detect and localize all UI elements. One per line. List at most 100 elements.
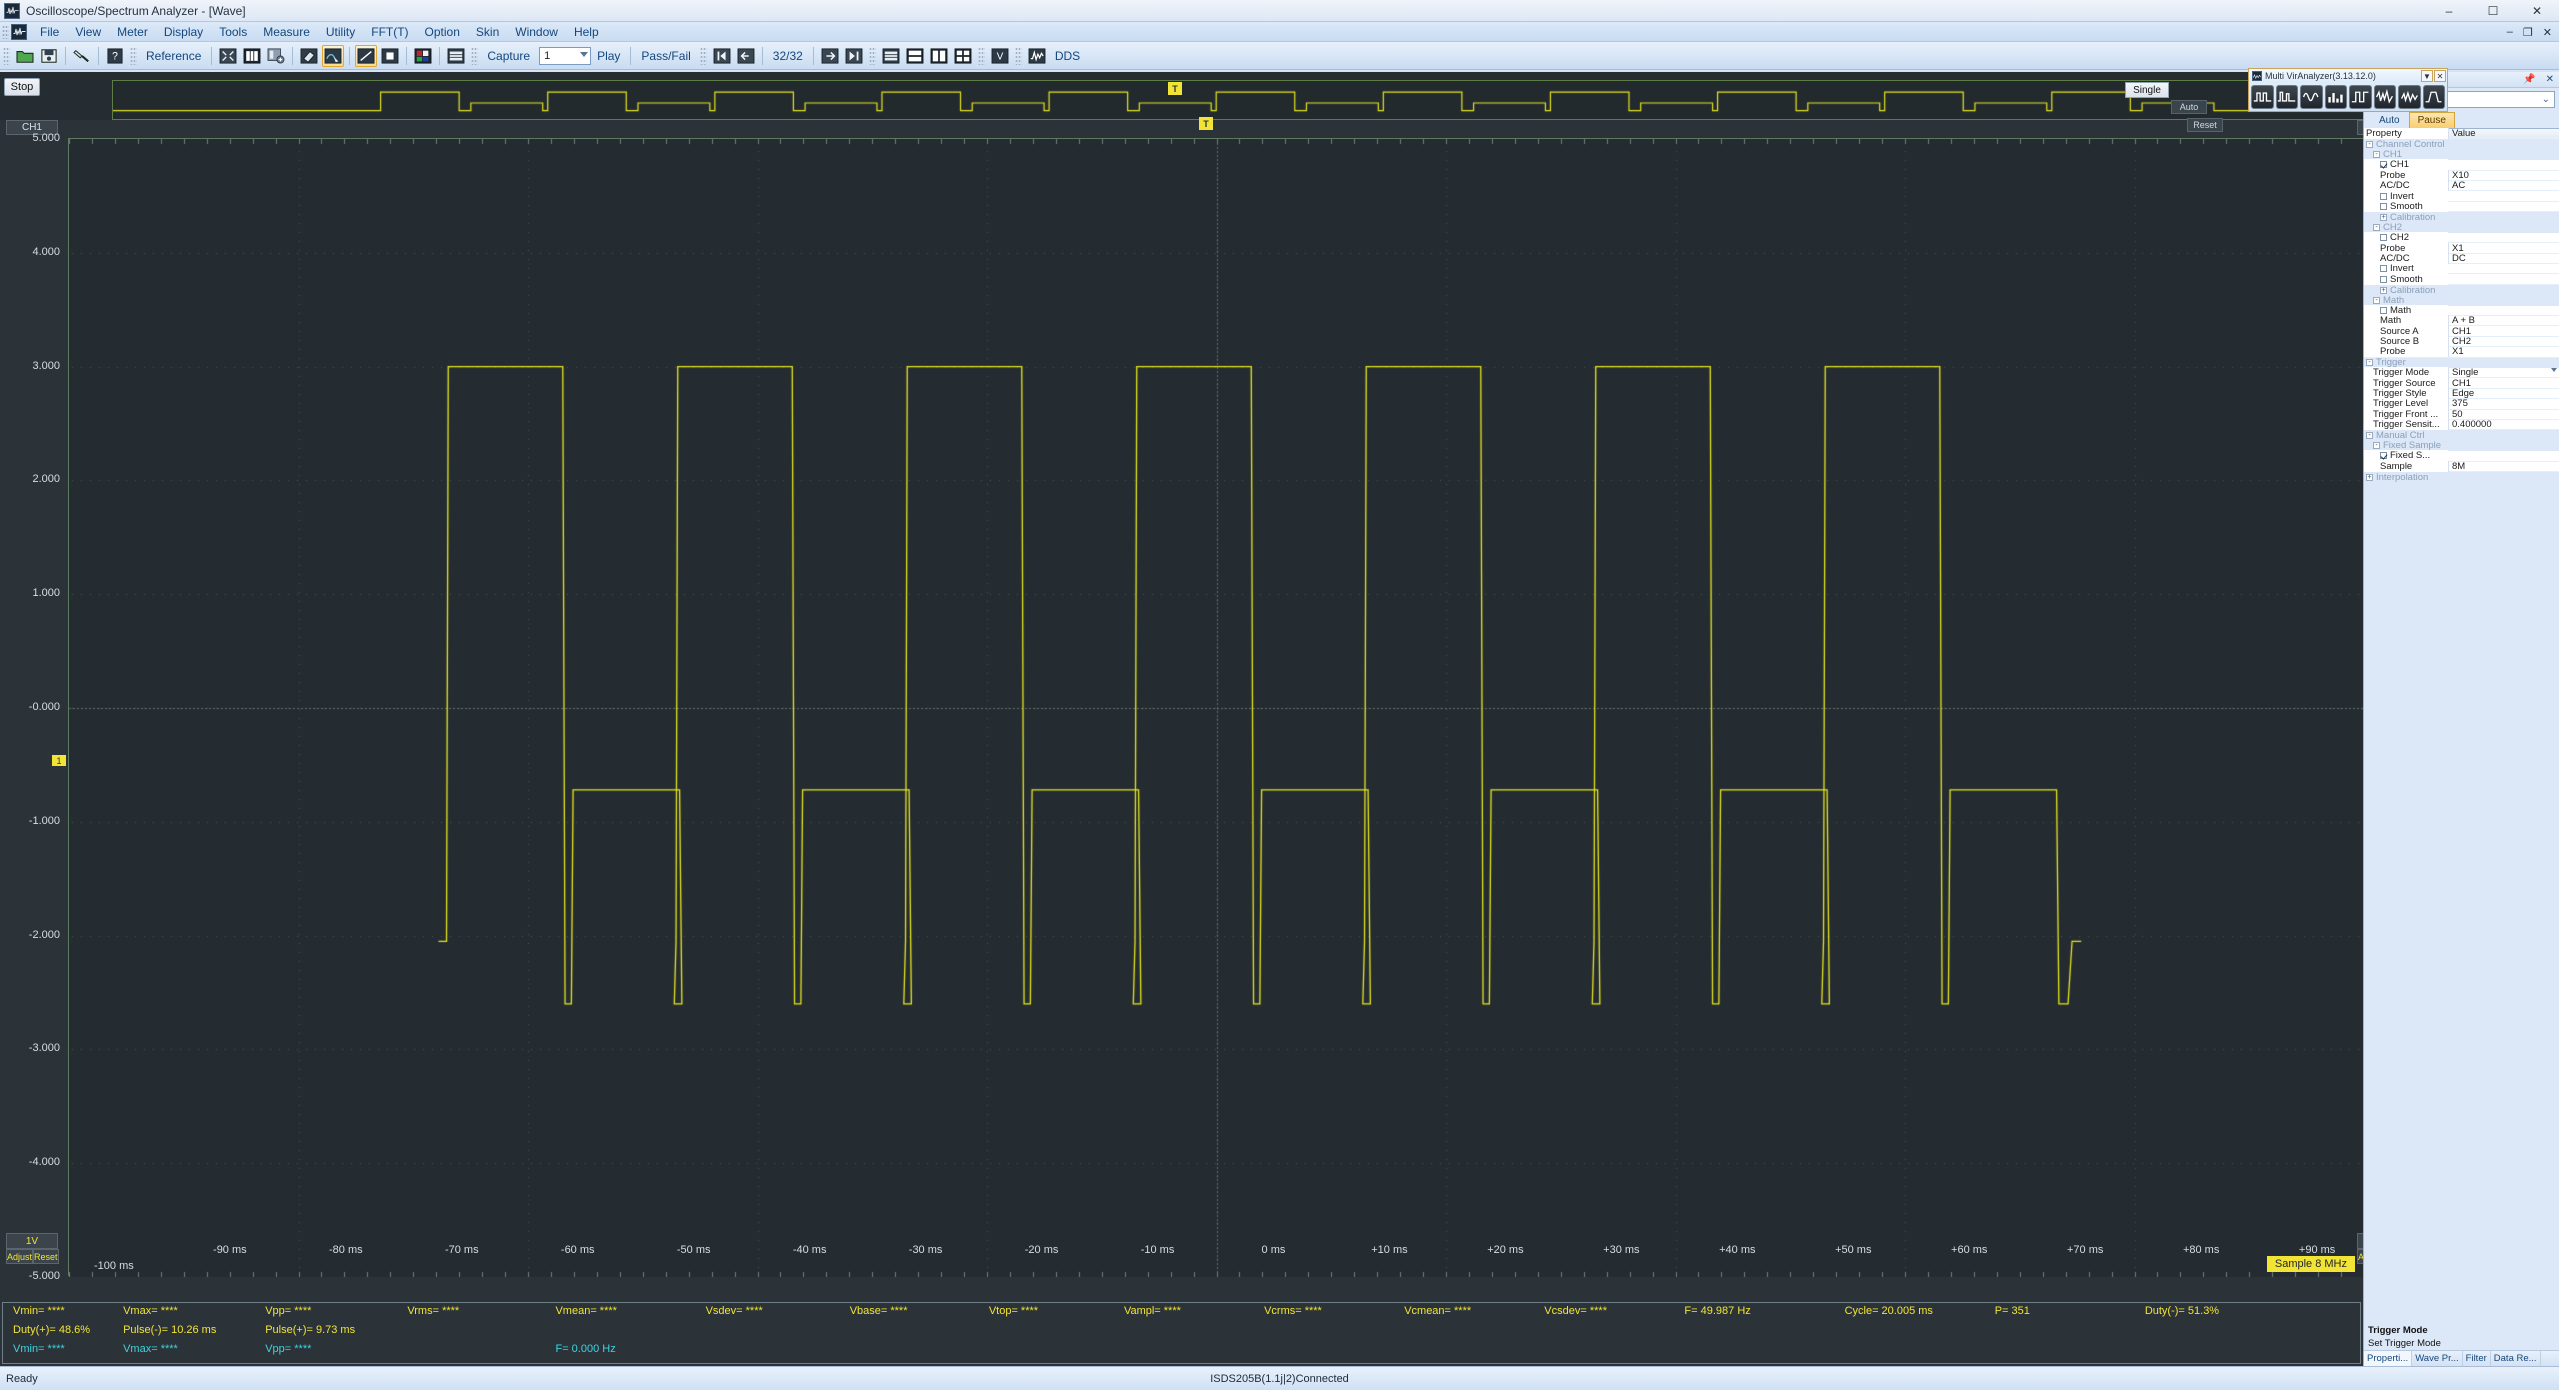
collapse-expander-icon[interactable]: - [2373, 151, 2380, 159]
menu-item-window[interactable]: Window [507, 23, 566, 41]
toolbar-grip-3[interactable] [471, 46, 479, 65]
grid-view-icon[interactable] [952, 45, 974, 67]
mdi-minimize-button[interactable]: – [2502, 26, 2518, 38]
bar-spectrum-icon[interactable] [2324, 85, 2347, 109]
toolbar-grip-5[interactable] [868, 46, 876, 65]
screen-capture-icon[interactable] [322, 44, 345, 67]
collapse-expander-icon[interactable]: - [2366, 432, 2373, 440]
square-wave-icon[interactable] [2251, 85, 2274, 109]
save-disk-icon[interactable] [38, 45, 60, 67]
tab-wave-properties[interactable]: Wave Pr... [2412, 1351, 2463, 1366]
tab-filter[interactable]: Filter [2463, 1351, 2491, 1366]
property-checkbox[interactable] [2380, 452, 2387, 460]
property-group-row[interactable]: + Calibration [2364, 212, 2559, 223]
collapse-arrows-icon[interactable] [217, 45, 239, 67]
chevron-down-icon[interactable]: ⌄ [2542, 95, 2550, 105]
window-minimize-button[interactable]: – [2427, 0, 2471, 22]
property-group-row[interactable]: + Calibration [2364, 285, 2559, 296]
property-checkbox[interactable] [2380, 192, 2387, 200]
color-palette-icon[interactable] [412, 45, 434, 67]
overview-trigger-marker[interactable]: T [1168, 82, 1182, 95]
ch1-adjust-button[interactable]: Adjust [6, 1249, 34, 1264]
sine-burst-icon[interactable] [2300, 85, 2323, 109]
menu-drag-grip[interactable] [2, 24, 9, 39]
print-icon[interactable] [445, 45, 467, 67]
reference-label[interactable]: Reference [140, 49, 207, 63]
property-checkbox[interactable] [2380, 202, 2387, 210]
property-checkbox[interactable] [2380, 234, 2387, 242]
auto-button[interactable]: Auto [2171, 100, 2207, 114]
square-pulse-icon[interactable] [2349, 85, 2372, 109]
menu-item-help[interactable]: Help [566, 23, 607, 41]
collapse-expander-icon[interactable]: - [2366, 141, 2373, 149]
line-draw-icon[interactable] [355, 44, 378, 67]
toolbar-grip-6[interactable] [977, 46, 985, 65]
property-checkbox[interactable] [2380, 306, 2387, 314]
tab-properties[interactable]: Properti... [2364, 1351, 2413, 1366]
split-horizontal-icon[interactable] [904, 45, 926, 67]
property-checkbox[interactable] [2380, 161, 2387, 169]
last-frame-icon[interactable] [843, 45, 865, 67]
first-frame-icon[interactable] [711, 45, 733, 67]
stack-view-icon[interactable] [880, 45, 902, 67]
help-question-icon[interactable]: ? [104, 45, 126, 67]
menu-item-meter[interactable]: Meter [109, 23, 156, 41]
menu-item-view[interactable]: View [67, 23, 109, 41]
trapezoid-wave-icon[interactable] [2422, 85, 2445, 109]
play-button[interactable]: Play [591, 49, 626, 63]
property-row[interactable]: Smooth [2364, 200, 2559, 213]
columns-layout-icon[interactable] [241, 45, 263, 67]
property-group-row[interactable]: - Manual Ctrl [2364, 430, 2559, 441]
collapse-expander-icon[interactable]: - [2373, 296, 2380, 304]
menu-item-file[interactable]: File [32, 23, 67, 41]
stop-button[interactable]: Stop [4, 78, 40, 96]
mdi-close-button[interactable]: ✕ [2538, 26, 2557, 39]
toolbar-grip-4[interactable] [699, 46, 707, 65]
property-group-row[interactable]: + Interpolation [2364, 472, 2559, 483]
property-row[interactable]: Smooth [2364, 273, 2559, 285]
toolbar-grip-2[interactable] [130, 46, 137, 65]
property-row[interactable]: Probe X1 [2364, 346, 2559, 358]
open-folder-icon[interactable] [14, 45, 36, 67]
waveform-grid[interactable] [68, 138, 2364, 1277]
collapse-expander-icon[interactable]: - [2366, 359, 2373, 367]
dds-wave-icon[interactable] [1026, 45, 1048, 67]
tab-data-record[interactable]: Data Re... [2491, 1351, 2541, 1366]
expand-expander-icon[interactable]: + [2366, 473, 2373, 481]
chevron-down-icon[interactable] [580, 51, 589, 57]
ch1-voltsdiv-value[interactable]: 1V [6, 1233, 58, 1249]
property-checkbox[interactable] [2380, 275, 2387, 283]
property-row[interactable]: Trigger Sensit... 0.400000 [2364, 419, 2559, 431]
mva-restore-button[interactable]: ▼ [2421, 70, 2433, 82]
property-checkbox[interactable] [2380, 265, 2387, 273]
capture-count-combo[interactable]: 1 [539, 46, 592, 65]
next-frame-icon[interactable] [819, 45, 841, 67]
toolbar-grip-7[interactable] [1014, 46, 1022, 65]
menu-item-fft[interactable]: FFT(T) [363, 23, 416, 41]
collapse-expander-icon[interactable]: - [2373, 224, 2380, 232]
mdi-restore-button[interactable]: ❐ [2518, 26, 2538, 39]
prev-frame-icon[interactable] [735, 45, 757, 67]
window-maximize-button[interactable]: ☐ [2471, 0, 2515, 22]
eraser-icon[interactable] [298, 45, 320, 67]
tab-pause[interactable]: Pause [2408, 112, 2455, 128]
menu-item-skin[interactable]: Skin [468, 23, 507, 41]
close-icon[interactable]: ✕ [2541, 74, 2559, 85]
hammer-tool-icon[interactable] [71, 45, 93, 67]
split-vertical-icon[interactable] [928, 45, 950, 67]
mva-close-button[interactable]: ✕ [2434, 70, 2446, 82]
property-row[interactable]: Sample 8M [2364, 460, 2559, 472]
collapse-expander-icon[interactable]: - [2373, 442, 2380, 450]
overview-waveform[interactable] [112, 80, 2439, 120]
dds-label[interactable]: DDS [1049, 49, 1086, 63]
ch1-offset-cursor[interactable]: 1 [52, 755, 66, 767]
multi-viranalyzer-window[interactable]: Multi VirAnalyzer(3.13.12.0) ▼ ✕ [2248, 68, 2448, 112]
single-button[interactable]: Single [2125, 82, 2169, 98]
voltmeter-icon[interactable]: V [989, 45, 1011, 67]
toolbar-grip-1[interactable] [3, 46, 10, 65]
pin-icon[interactable]: 📌 [2518, 74, 2540, 85]
chevron-down-icon[interactable] [2551, 368, 2557, 373]
noise-wave-icon[interactable] [2373, 85, 2396, 109]
mdi-waveform-icon[interactable] [11, 23, 27, 40]
menu-item-display[interactable]: Display [156, 23, 211, 41]
